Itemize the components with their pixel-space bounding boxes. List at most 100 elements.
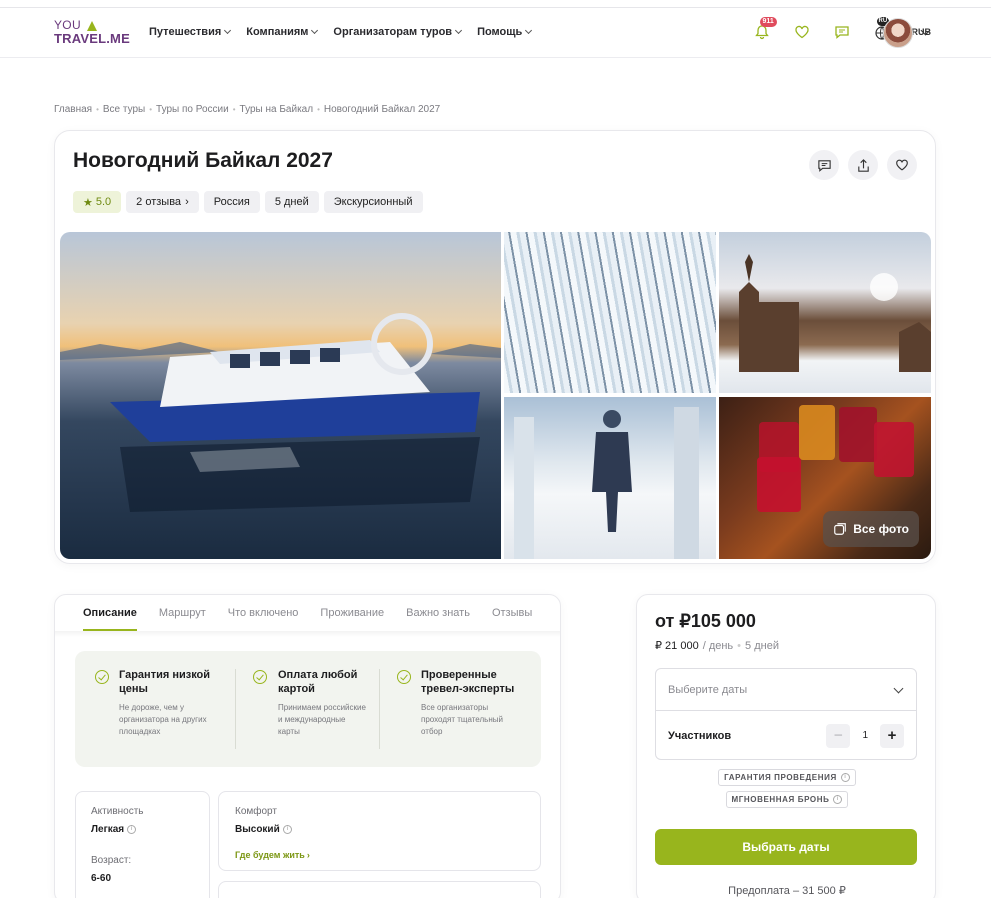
prepayment-text: Предоплата – 31 500 ₽ <box>728 885 846 897</box>
nav-travel[interactable]: Путешествия <box>149 26 232 38</box>
increment-button[interactable]: + <box>880 723 904 748</box>
logo-bottom-text: TRAVEL.ME <box>54 31 130 46</box>
comfort-value-text: Высокий <box>235 824 280 835</box>
chevron-right-icon: › <box>306 850 310 860</box>
booking-form: Выберите даты Участников − 1 + <box>655 668 917 760</box>
breadcrumb-baikal[interactable]: Туры на Байкал <box>240 104 314 115</box>
message-button[interactable] <box>809 150 839 180</box>
instant-booking-pill[interactable]: МГНОВЕННАЯ БРОНЬ i <box>725 791 849 808</box>
tab-reviews[interactable]: Отзывы <box>492 595 532 631</box>
chevron-down-icon <box>311 26 319 35</box>
avatar[interactable] <box>883 18 913 48</box>
booking-card: от ₽105 000 ₽ 21 000 / день • 5 дней Выб… <box>636 594 936 898</box>
type-tag: Экскурсионный <box>323 191 423 213</box>
activity-label: Активность <box>91 806 144 817</box>
guarantees-panel: Гарантия низкой цены Не дороже, чем у ор… <box>75 651 541 767</box>
chevron-down-icon <box>224 26 232 35</box>
price: от ₽105 000 <box>655 611 756 631</box>
participants-row: Участников − 1 + <box>656 711 916 760</box>
nav-label: Организаторам туров <box>333 26 453 38</box>
nav-label: Компаниям <box>246 26 309 38</box>
photo-church[interactable] <box>719 232 931 393</box>
favorite-button[interactable] <box>887 150 917 180</box>
reviews-link[interactable]: 2 отзыва › <box>126 191 199 213</box>
tab-accommodation[interactable]: Проживание <box>320 595 384 631</box>
breadcrumb-russia[interactable]: Туры по России <box>156 104 229 115</box>
divider <box>235 669 236 749</box>
days-count: 5 дней <box>745 639 779 652</box>
chat-icon <box>817 159 831 172</box>
tour-tabs: Описание Маршрут Что включено Проживание… <box>83 595 532 631</box>
guarantee-experts: Проверенные тревел-эксперты Все организа… <box>421 668 521 738</box>
photo-ice[interactable] <box>504 232 716 393</box>
star-icon: ★ <box>83 196 93 209</box>
nav-help[interactable]: Помощь <box>477 26 533 38</box>
chat-icon[interactable] <box>832 22 852 42</box>
activity-value: Легкая i <box>91 824 194 835</box>
stay-link-label: Где будем жить <box>235 850 305 860</box>
guarantee-payment: Оплата любой картой Принимаем российские… <box>278 668 366 738</box>
info-icon: i <box>833 795 843 804</box>
chevron-down-icon <box>893 683 904 693</box>
comfort-label: Комфорт <box>235 806 277 817</box>
decrement-button[interactable]: − <box>826 723 851 748</box>
dot-separator: • <box>737 639 742 652</box>
price-per-day: ₽ 21 000 / день • 5 дней <box>655 639 779 653</box>
guarantee-title: Проверенные тревел-эксперты <box>421 669 515 695</box>
date-select[interactable]: Выберите даты <box>656 669 916 711</box>
participants-stepper: − 1 + <box>826 723 904 748</box>
breadcrumb-current: Новогодний Байкал 2027 <box>323 104 441 115</box>
comfort-value: Высокий i <box>235 824 524 835</box>
guarantee-desc: Принимаем российские и международные кар… <box>278 703 366 736</box>
heart-icon[interactable] <box>792 22 812 42</box>
chevron-right-icon: › <box>185 196 189 208</box>
per-day-price: ₽ 21 000 <box>655 640 699 652</box>
guarantee-pill[interactable]: ГАРАНТИЯ ПРОВЕДЕНИЯ i <box>718 769 856 786</box>
site-header: YOU TRAVEL.ME Путешествия Компаниям Орга… <box>0 8 991 58</box>
choose-dates-button[interactable]: Выбрать даты <box>655 829 917 865</box>
tab-description[interactable]: Описание <box>83 595 137 631</box>
notification-badge: 911 <box>759 17 777 27</box>
divider <box>379 669 380 749</box>
tab-route[interactable]: Маршрут <box>159 595 206 631</box>
main-nav: Путешествия Компаниям Организаторам туро… <box>149 26 533 38</box>
breadcrumb-separator: • <box>317 105 320 114</box>
photo-hovercraft[interactable] <box>60 232 501 559</box>
stay-link[interactable]: Где будем жить › <box>235 850 524 860</box>
duration-tag: 5 дней <box>264 191 319 213</box>
info-icon[interactable]: i <box>127 825 137 834</box>
logo-triangle-icon <box>86 20 97 31</box>
per-day-unit: / день <box>702 639 734 652</box>
activity-value-text: Легкая <box>91 824 125 835</box>
tab-important[interactable]: Важно знать <box>406 595 470 631</box>
page-title: Новогодний Байкал 2027 <box>73 149 333 172</box>
breadcrumb-home[interactable]: Главная <box>54 104 92 115</box>
logo[interactable]: YOU TRAVEL.ME <box>54 19 130 46</box>
info-icon[interactable]: i <box>282 825 292 834</box>
nav-companies[interactable]: Компаниям <box>246 26 319 38</box>
bell-icon[interactable]: 911 <box>752 17 777 42</box>
comfort-box: Комфорт Высокий i Где будем жить › <box>218 791 541 871</box>
guarantee-pill-label: ГАРАНТИЯ ПРОВЕДЕНИЯ <box>724 773 837 782</box>
description-card: Описание Маршрут Что включено Проживание… <box>54 594 561 898</box>
age-label: Возраст: <box>91 855 132 866</box>
breadcrumb-separator: • <box>149 105 153 114</box>
gallery-icon <box>834 523 847 535</box>
participants-label: Участников <box>668 729 732 742</box>
all-photos-button[interactable]: Все фото <box>823 511 919 547</box>
photo-drinks[interactable]: Все фото <box>719 397 931 559</box>
nav-label: Помощь <box>477 26 523 38</box>
tab-included[interactable]: Что включено <box>228 595 299 631</box>
check-icon <box>95 670 109 684</box>
breadcrumb-all-tours[interactable]: Все туры <box>103 104 145 115</box>
age-value: 6-60 <box>91 873 112 884</box>
share-button[interactable] <box>848 150 878 180</box>
photo-traveler[interactable] <box>504 397 716 559</box>
heart-icon <box>896 159 908 171</box>
chevron-down-icon <box>525 26 533 35</box>
date-select-placeholder: Выберите даты <box>668 683 748 696</box>
nav-organizers[interactable]: Организаторам туров <box>333 26 463 38</box>
check-icon <box>253 670 267 684</box>
extra-box <box>218 881 541 898</box>
booking-pills: ГАРАНТИЯ ПРОВЕДЕНИЯ i МГНОВЕННАЯ БРОНЬ i <box>637 769 937 808</box>
